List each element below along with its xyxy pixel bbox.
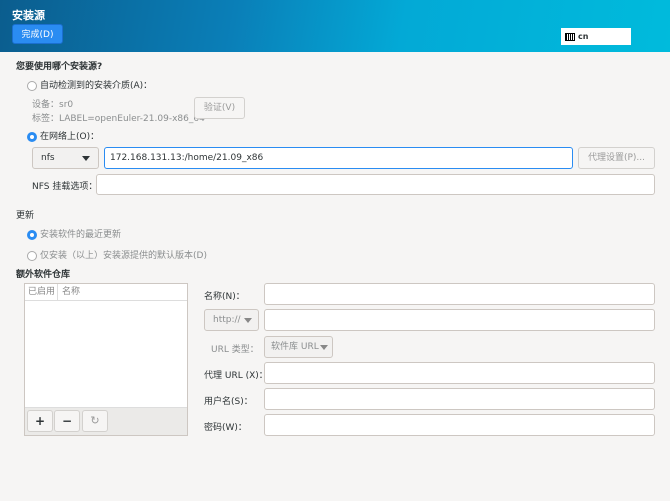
chevron-down-icon: [82, 156, 90, 161]
password-input[interactable]: [264, 414, 655, 436]
network-radio[interactable]: 在网络上(O)：: [27, 129, 99, 142]
proxy-settings-button[interactable]: 代理设置(P)...: [578, 147, 655, 169]
chevron-down-icon: [320, 345, 328, 350]
keyboard-layout-label: cn: [578, 32, 589, 41]
updates-heading: 更新: [16, 211, 35, 221]
url-input[interactable]: 172.168.131.13:/home/21.09_x86: [104, 147, 573, 169]
col-name[interactable]: 名称: [58, 284, 80, 300]
protocol-dropdown[interactable]: nfs: [32, 147, 99, 169]
proxy-url-input[interactable]: [264, 362, 655, 384]
auto-detect-label: 自动检测到的安装介质(A)：: [40, 81, 153, 91]
repo-list-header: 已启用 名称: [25, 284, 187, 301]
keyboard-icon: [565, 32, 575, 41]
keyboard-layout-indicator[interactable]: cn: [561, 28, 631, 45]
nfs-options-input[interactable]: [96, 174, 655, 195]
repo-protocol-dropdown[interactable]: http://: [204, 309, 259, 331]
url-type-label: URL 类型：: [211, 345, 259, 355]
updates-default-label: 仅安装（以上）安装源提供的默认版本(D): [40, 251, 207, 261]
protocol-value: nfs: [41, 153, 55, 163]
add-repo-button[interactable]: +: [27, 410, 53, 432]
username-input[interactable]: [264, 388, 655, 410]
repo-toolbar: + − ↻: [25, 407, 187, 435]
url-type-value: 软件库 URL: [271, 342, 319, 352]
updates-latest-label: 安装软件的最近更新: [40, 230, 122, 240]
url-type-dropdown[interactable]: 软件库 URL: [264, 336, 333, 358]
updates-default-radio[interactable]: 仅安装（以上）安装源提供的默认版本(D): [27, 248, 207, 261]
proxy-url-label: 代理 URL (X)：: [204, 371, 268, 381]
done-button[interactable]: 完成(D): [12, 24, 63, 44]
updates-latest-radio[interactable]: 安装软件的最近更新: [27, 227, 121, 240]
chevron-down-icon: [244, 318, 252, 323]
repos-heading: 额外软件仓库: [16, 270, 71, 280]
nfs-options-label: NFS 挂载选项：: [32, 182, 98, 192]
repo-list[interactable]: 已启用 名称 + − ↻: [24, 283, 188, 436]
repo-protocol-value: http://: [213, 315, 241, 325]
refresh-repo-button[interactable]: ↻: [82, 410, 108, 432]
device-text: 设备：sr0: [32, 100, 74, 110]
radio-icon: [27, 229, 37, 240]
label-text: 标签：LABEL=openEuler-21.09-x86_64: [32, 114, 205, 124]
remove-repo-button[interactable]: −: [54, 410, 80, 432]
page-title: 安装源: [12, 9, 45, 22]
radio-icon: [27, 80, 37, 91]
radio-icon: [27, 131, 37, 142]
source-heading: 您要使用哪个安装源?: [16, 62, 103, 72]
repo-url-input[interactable]: [264, 309, 655, 331]
password-label: 密码(W)：: [204, 423, 247, 433]
network-label: 在网络上(O)：: [40, 132, 100, 142]
auto-detect-radio[interactable]: 自动检测到的安装介质(A)：: [27, 78, 152, 91]
verify-button[interactable]: 验证(V): [194, 97, 245, 119]
repo-name-label: 名称(N)：: [204, 292, 245, 302]
repo-name-input[interactable]: [264, 283, 655, 305]
radio-icon: [27, 250, 37, 261]
refresh-icon: ↻: [90, 414, 100, 427]
col-enabled[interactable]: 已启用: [25, 284, 58, 300]
username-label: 用户名(S)：: [204, 397, 253, 407]
